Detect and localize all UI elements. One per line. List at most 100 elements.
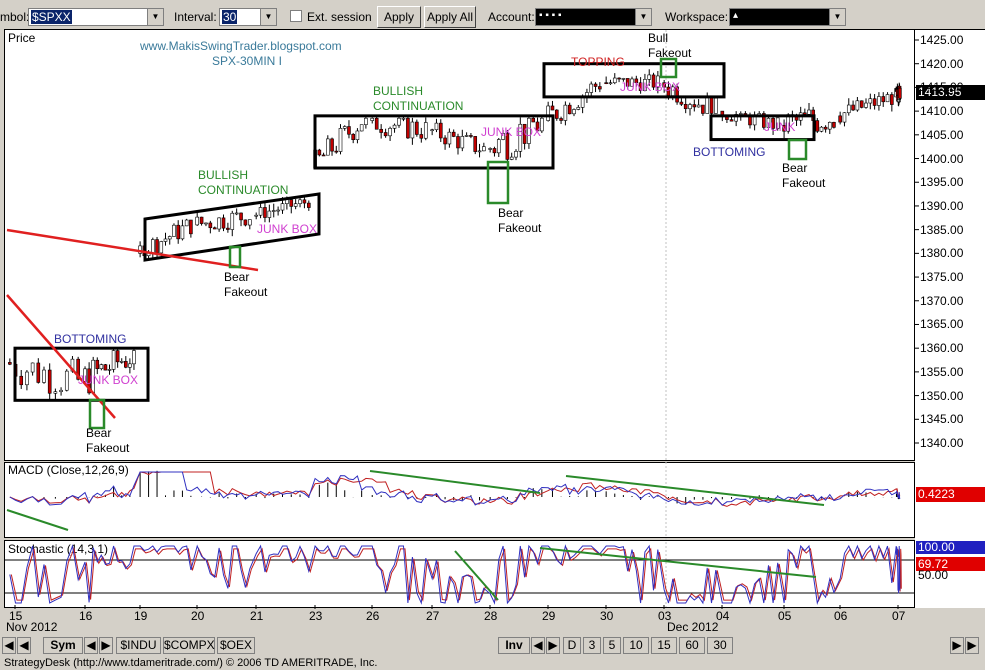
candle-body (705, 96, 710, 114)
candle-body (8, 362, 12, 365)
candle-body (738, 113, 743, 115)
candle-body (176, 224, 180, 240)
annotation-label: Bear Fakeout (498, 206, 542, 235)
candle-body (443, 137, 447, 145)
candle-body (95, 359, 100, 370)
candle-body (189, 219, 193, 235)
candle-body (864, 102, 868, 108)
candle-body (688, 104, 692, 110)
candle-body (647, 74, 652, 80)
candle-body (383, 132, 388, 137)
symbol-tab[interactable]: $COMPX (163, 637, 215, 654)
candle-body (53, 391, 58, 394)
candle-body (36, 362, 41, 383)
y-tick-label: 1420.00 (920, 56, 964, 71)
candle-body (460, 136, 465, 149)
macd-trend-line (6, 509, 69, 531)
candle-body (364, 117, 368, 125)
candle-body (598, 86, 602, 90)
candle-body (464, 135, 469, 137)
candle-body (589, 83, 594, 93)
candle-body (30, 362, 35, 373)
scroll-next-button[interactable]: ▶ (950, 637, 964, 654)
interval-tab[interactable]: 30 (707, 637, 733, 654)
candle-body (827, 121, 832, 130)
interval-tab[interactable]: 60 (679, 637, 705, 654)
candle-body (298, 199, 302, 205)
candle-body (823, 126, 828, 130)
candle-body (877, 96, 881, 106)
candle-body (509, 156, 514, 160)
candle-body (267, 210, 272, 218)
interval-tab[interactable]: D (563, 637, 581, 654)
candle-body (456, 136, 460, 149)
candle-body (492, 148, 497, 154)
candle-body (419, 134, 424, 139)
y-tick-label: 1350.00 (920, 388, 964, 403)
candle-body (696, 104, 701, 108)
annotation-label: TOPPING (571, 55, 625, 69)
candle-body (729, 119, 734, 122)
fakeout-marker (228, 245, 242, 269)
candle-body (819, 126, 824, 132)
candle-body (803, 112, 807, 115)
annotation-label: BOTTOMING (693, 145, 766, 159)
annotation-label: JUNK BOX (620, 80, 681, 94)
candle-body (842, 112, 847, 123)
junk-box (313, 114, 555, 170)
y-tick-label: 1410.00 (920, 104, 964, 119)
candle-body (167, 236, 172, 240)
symbol-tab[interactable]: $OEX (217, 637, 255, 654)
candle-body (563, 104, 568, 121)
symbol-tab[interactable]: $INDU (116, 637, 161, 654)
annotation-label: BULLISH CONTINUATION (198, 168, 289, 197)
scroll-prev-button[interactable]: ◀ (17, 637, 31, 654)
y-tick-label: 1405.00 (920, 127, 964, 142)
x-tick-label: 30 (600, 609, 614, 623)
candle-body (550, 105, 555, 111)
candle-body (239, 212, 243, 221)
x-tick-label: 26 (366, 609, 380, 623)
macd-trend-line (369, 470, 541, 494)
candle-body (107, 369, 112, 371)
y-tick-label: 1370.00 (920, 293, 964, 308)
candle-body (832, 121, 836, 128)
y-tick-label: 1390.00 (920, 198, 964, 213)
inv-button[interactable]: Inv (498, 637, 530, 654)
candle-body (807, 109, 811, 115)
candle-body (401, 117, 406, 120)
interval-tab[interactable]: 10 (623, 637, 649, 654)
inv-next-button[interactable]: ▶ (546, 637, 560, 654)
candle-body (195, 216, 199, 226)
candle-body (415, 121, 419, 135)
scroll-first-button[interactable]: ◀ (2, 637, 16, 654)
annotation-label: BULLISH CONTINUATION (373, 84, 464, 113)
sym-next-button[interactable]: ▶ (99, 637, 113, 654)
candle-body (370, 117, 375, 121)
y-tick-label: 1425.00 (920, 33, 964, 47)
sym-button[interactable]: Sym (43, 637, 83, 654)
candle-body (572, 109, 576, 115)
candle-body (392, 124, 397, 129)
scroll-last-button[interactable]: ▶ (965, 637, 979, 654)
candle-body (701, 104, 705, 114)
candle-body (838, 115, 842, 123)
interval-tab[interactable]: 3 (583, 637, 601, 654)
candle-body (851, 104, 855, 111)
inv-prev-button[interactable]: ◀ (531, 637, 545, 654)
candle-body (326, 138, 330, 156)
stoch-trend-line (539, 547, 817, 578)
interval-tab[interactable]: 5 (603, 637, 621, 654)
y-tick-label: 1375.00 (920, 270, 964, 285)
candle-body (342, 126, 347, 129)
y-tick-label: 1345.00 (920, 412, 964, 427)
candle-body (406, 117, 410, 139)
candle-body (103, 364, 108, 371)
candle-body (230, 212, 235, 230)
candle-body (155, 239, 159, 254)
y-tick-label: 1365.00 (920, 317, 964, 332)
candle-body (204, 222, 208, 225)
sym-prev-button[interactable]: ◀ (84, 637, 98, 654)
interval-tab[interactable]: 15 (651, 637, 677, 654)
candle-body (280, 203, 285, 211)
